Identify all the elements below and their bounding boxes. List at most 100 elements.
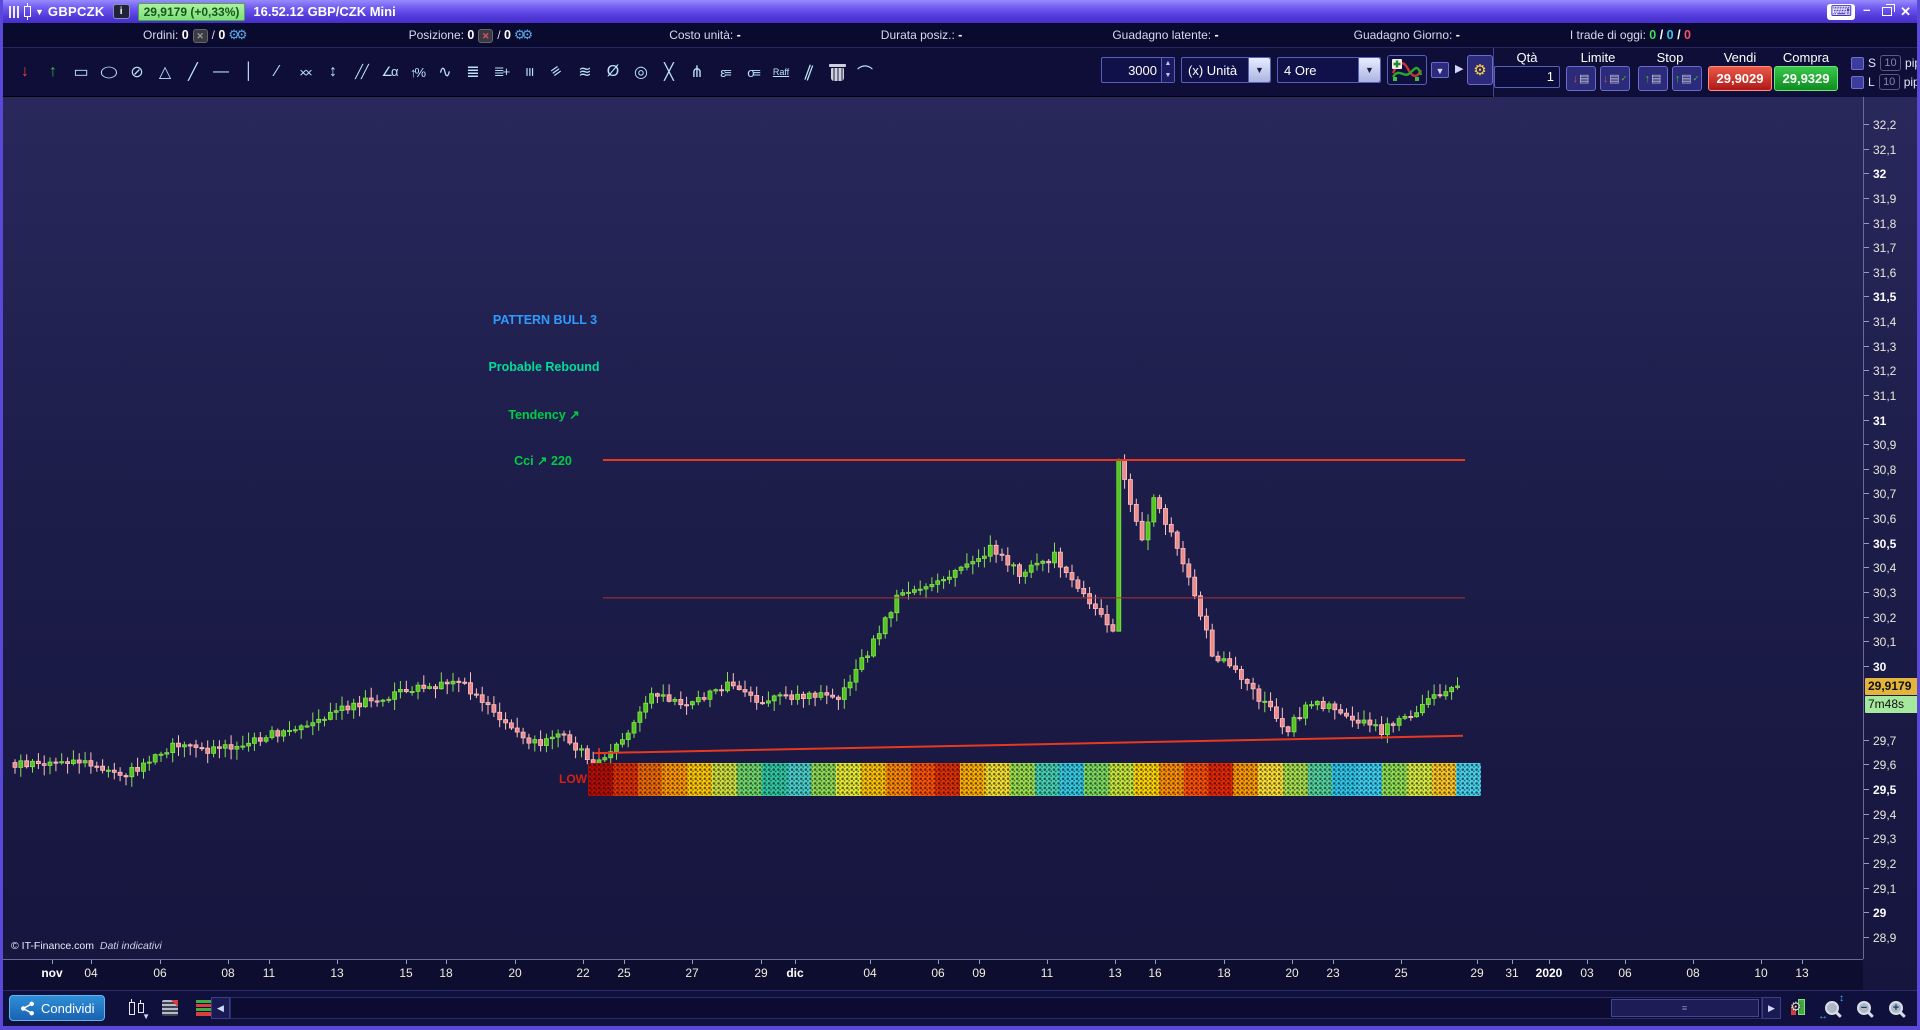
date-tick-mark <box>515 960 516 964</box>
fibonacci-expansion-tool[interactable]: ≣+ <box>487 53 515 91</box>
position-label: Posizione: <box>409 28 464 42</box>
restore-button[interactable] <box>1882 7 1892 16</box>
orders-pending-count: 0 <box>218 28 225 42</box>
raff-channel-tool[interactable]: Raff <box>767 53 795 91</box>
zigzag-tool[interactable]: ∿ <box>431 53 459 91</box>
ellipse-icon: ◯ <box>100 65 118 79</box>
scrollbar-track[interactable]: ≡ <box>230 997 1762 1019</box>
parallel-channel-tool[interactable]: ∥ <box>795 53 823 91</box>
time-zones-tool[interactable]: ≡ <box>515 53 543 91</box>
scroll-left-icon[interactable]: ◀ <box>211 997 230 1019</box>
rectangle-tool[interactable]: ▭ <box>67 53 95 91</box>
position-settings-icon[interactable]: ⚙⚙ <box>514 27 529 42</box>
date-tick-mark <box>446 960 447 964</box>
chart-settings-button[interactable]: ⚙ <box>1467 55 1493 85</box>
vertical-line-tool[interactable]: │ <box>235 53 263 91</box>
symbol-dropdown-icon[interactable]: ▼ <box>35 7 44 17</box>
epsilon-channel-tool[interactable]: ε≡ <box>711 53 739 91</box>
minimize-button[interactable]: – <box>1863 6 1874 17</box>
angle-tool[interactable]: ∠α <box>375 53 403 91</box>
chart-area[interactable]: PATTERN BULL 3Probable ReboundTendency ↗… <box>3 97 1917 990</box>
sigma-channel-icon: σ≡ <box>747 65 759 80</box>
chart-style-button[interactable]: ▼ <box>121 994 151 1022</box>
keyboard-icon[interactable]: ⌨ <box>1827 4 1855 20</box>
indicator-dropdown-icon[interactable]: ▼ <box>1431 62 1449 78</box>
buy-button[interactable]: 29,9329 <box>1774 66 1838 91</box>
buy-limit-order-button[interactable]: ↓▤✓ <box>1600 66 1630 91</box>
close-button[interactable]: ✕ <box>1900 6 1911 17</box>
sell-arrow-tool[interactable]: ↓ <box>11 53 39 91</box>
limit-pips-input[interactable]: 10 <box>1879 74 1900 90</box>
triangle-tool[interactable]: △ <box>151 53 179 91</box>
date-tick-label: 31 <box>1505 966 1518 980</box>
price-tick-label: 29,3 <box>1864 832 1896 846</box>
pitchfork-tool[interactable]: ⋔ <box>683 53 711 91</box>
bar-count-spinner[interactable]: 3000 ▲▼ <box>1101 57 1175 83</box>
chart-annotation: Probable Rebound <box>488 360 599 374</box>
scroll-right-icon[interactable]: ▶ <box>1762 997 1781 1019</box>
buy-stop-order-button[interactable]: ↑▤✓ <box>1672 66 1702 91</box>
support-trend-line[interactable] <box>596 736 1463 753</box>
time-scrollbar[interactable]: ◀ ≡ ▶ <box>211 997 1781 1019</box>
pitchfork-icon: ⋔ <box>690 62 703 82</box>
buy-arrow-tool[interactable]: ↑ <box>39 53 67 91</box>
price-axis[interactable]: 32,232,13231,931,831,731,631,531,431,331… <box>1863 97 1920 959</box>
cancel-orders-icon[interactable]: ✕ <box>193 29 208 43</box>
spiral-tool[interactable]: ◎ <box>627 53 655 91</box>
rotated-ellipse-tool[interactable]: Ø <box>599 53 627 91</box>
last-price-badge: 29,9179 <box>1865 678 1920 695</box>
timeframe-select[interactable]: 4 Ore ▼ <box>1277 57 1381 83</box>
position-info-bar: Ordini: 0✕/ 0⚙⚙ Posizione: 0✕/ 0⚙⚙ Costo… <box>3 23 1917 48</box>
horizontal-line-tool[interactable]: ― <box>207 53 235 91</box>
date-tick-mark <box>1802 960 1803 964</box>
qty-input[interactable]: 1 <box>1494 66 1560 88</box>
chart-options-button[interactable]: ⚙ <box>1783 994 1813 1022</box>
sell-button[interactable]: 29,9029 <box>1708 66 1772 91</box>
zoom-area-button[interactable]: ↕↔ <box>1817 994 1847 1022</box>
zoom-in-button[interactable]: + <box>1881 994 1911 1022</box>
chevron-down-icon: ▼ <box>1358 58 1380 82</box>
fan-lines-tool[interactable]: ╱╱ <box>347 53 375 91</box>
gann-fan-tool[interactable]: ≡ <box>543 53 571 91</box>
stop-letter: S <box>1868 56 1876 70</box>
limit-checkbox[interactable] <box>1851 76 1864 89</box>
price-tick-label: 31,5 <box>1864 290 1896 304</box>
time-axis[interactable]: nov040608111315182022252729dic0406091113… <box>3 959 1863 990</box>
instrument-info-button[interactable]: i <box>113 4 130 19</box>
speed-lines-icon: ≋ <box>578 62 591 82</box>
orders-settings-icon[interactable]: ⚙⚙ <box>228 27 243 42</box>
add-indicator-button[interactable] <box>1387 55 1427 85</box>
close-position-icon[interactable]: ✕ <box>478 29 493 43</box>
segment-tool[interactable]: ∕ <box>263 53 291 91</box>
ellipse-tool[interactable]: ◯ <box>95 53 123 91</box>
speed-lines-tool[interactable]: ≋ <box>571 53 599 91</box>
chart-layout-button[interactable] <box>155 994 185 1022</box>
share-button[interactable]: Condividi <box>9 995 105 1021</box>
crossed-ellipse-tool[interactable]: ⊘ <box>123 53 151 91</box>
expand-panel-icon[interactable]: ▶ <box>1455 62 1463 75</box>
price-range-tool[interactable]: ↕ <box>319 53 347 91</box>
sell-stop-order-button[interactable]: ↑▤ <box>1638 66 1668 91</box>
crossed-trend-lines-tool[interactable]: ╳ <box>655 53 683 91</box>
percent-change-tool[interactable]: ↑% <box>403 53 431 91</box>
drawing-toolbar: ↓↑▭◯⊘△╱―│∕××↕╱╱∠α↑%∿≣≣+≡≡≋Ø◎╳⋔ε≡σ≡Raff∥⌒… <box>3 48 1917 97</box>
sigma-channel-tool[interactable]: σ≡ <box>739 53 767 91</box>
stop-pips-input[interactable]: 10 <box>1880 55 1901 71</box>
gann-fan-icon: ≡ <box>548 62 566 82</box>
scrollbar-thumb[interactable]: ≡ <box>1611 999 1759 1017</box>
price-tick-label: 29 <box>1864 906 1886 920</box>
price-tick-label: 30,4 <box>1864 561 1896 575</box>
crossed-segments-tool[interactable]: ×× <box>291 53 319 91</box>
arc-tool[interactable]: ⌒ <box>851 53 879 91</box>
spinner-arrows-icon[interactable]: ▲▼ <box>1161 58 1174 82</box>
line-handle-icon[interactable] <box>594 748 604 758</box>
stop-checkbox[interactable] <box>1851 57 1864 70</box>
date-tick-mark <box>269 960 270 964</box>
trash-tool[interactable] <box>823 53 851 91</box>
zoom-out-button[interactable]: − <box>1849 994 1879 1022</box>
trend-line-tool[interactable]: ╱ <box>179 53 207 91</box>
fibonacci-retracement-tool[interactable]: ≣ <box>459 53 487 91</box>
sell-limit-order-button[interactable]: ↓▤ <box>1566 66 1596 91</box>
price-tick-label: 30,3 <box>1864 586 1896 600</box>
unit-select[interactable]: (x) Unità ▼ <box>1181 57 1271 83</box>
